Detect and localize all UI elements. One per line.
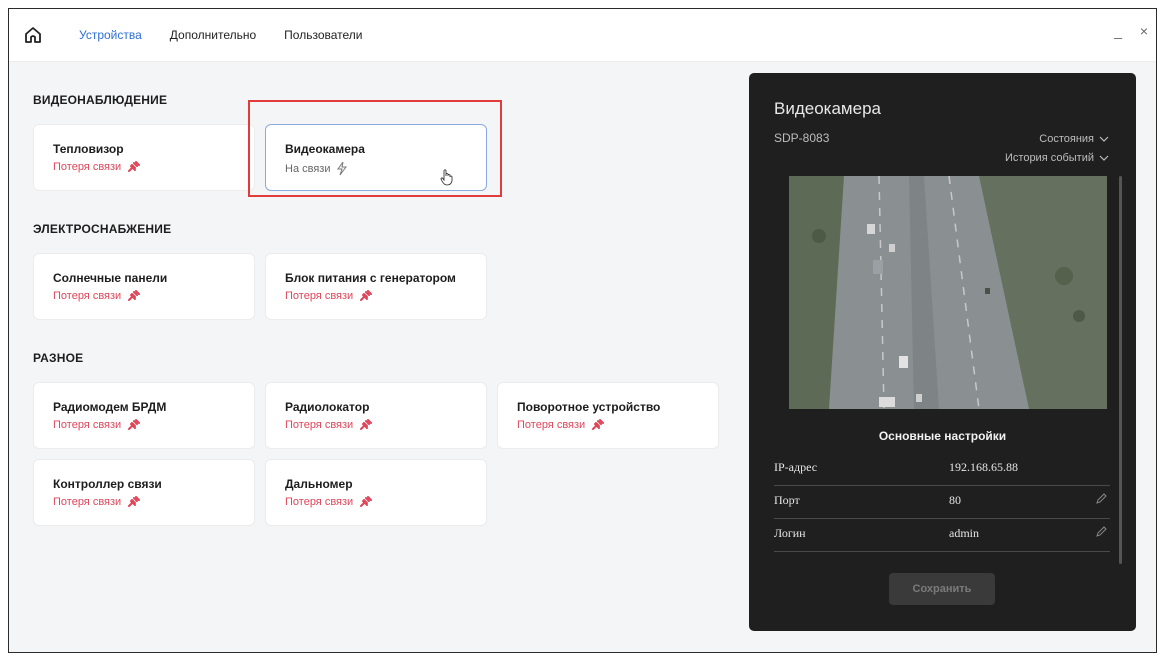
device-name: Тепловизор <box>53 142 124 156</box>
chevron-down-icon <box>1099 136 1109 142</box>
section-title-video: ВИДЕОНАБЛЮДЕНИЕ <box>33 93 168 107</box>
pencil-icon[interactable] <box>1095 525 1108 538</box>
device-name: Радиомодем БРДМ <box>53 400 167 414</box>
hand-cursor-icon <box>440 169 453 186</box>
device-status: Потеря связи <box>285 496 373 508</box>
tab-additional[interactable]: Дополнительно <box>170 28 256 42</box>
lightning-icon <box>337 161 348 176</box>
home-icon[interactable] <box>23 25 43 45</box>
setting-key: Порт <box>774 493 800 507</box>
device-card-solar[interactable]: Солнечные панели Потеря связи <box>33 253 255 320</box>
states-label: Состояния <box>1039 133 1094 145</box>
device-status-text: Потеря связи <box>517 419 586 431</box>
device-status: Потеря связи <box>53 161 141 173</box>
plug-disconnected-icon <box>592 419 605 430</box>
panel-model: SDP-8083 <box>774 131 830 145</box>
device-status: Потеря связи <box>517 419 605 431</box>
section-title-power: ЭЛЕКТРОСНАБЖЕНИЕ <box>33 222 172 236</box>
tab-users[interactable]: Пользователи <box>284 28 362 42</box>
pencil-icon[interactable] <box>1095 492 1108 505</box>
plug-disconnected-icon <box>128 496 141 507</box>
device-status-text: Потеря связи <box>285 290 354 302</box>
plug-disconnected-icon <box>128 419 141 430</box>
device-card-rangefinder[interactable]: Дальномер Потеря связи <box>265 459 487 526</box>
device-card-radiomodem[interactable]: Радиомодем БРДМ Потеря связи <box>33 382 255 449</box>
setting-row-ip: IP-адрес 192.168.65.88 <box>774 453 1110 486</box>
setting-row-port: Порт 80 <box>774 486 1110 519</box>
device-status-text: Потеря связи <box>53 419 122 431</box>
save-button[interactable]: Сохранить <box>889 573 995 605</box>
history-label: История событий <box>1005 152 1094 164</box>
device-status-text: Потеря связи <box>53 290 122 302</box>
plug-disconnected-icon <box>360 496 373 507</box>
video-frame-image <box>789 176 1107 409</box>
device-status: Потеря связи <box>53 496 141 508</box>
settings-title: Основные настройки <box>878 429 1007 443</box>
device-name: Блок питания с генератором <box>285 271 456 285</box>
app-window: Устройства Дополнительно Пользователи _ … <box>8 8 1157 653</box>
device-name: Видеокамера <box>285 142 365 156</box>
chevron-down-icon <box>1099 155 1109 161</box>
device-status: Потеря связи <box>53 419 141 431</box>
device-name: Солнечные панели <box>53 271 168 285</box>
plug-disconnected-icon <box>360 419 373 430</box>
device-card-rotator[interactable]: Поворотное устройство Потеря связи <box>497 382 719 449</box>
device-status: Потеря связи <box>53 290 141 302</box>
plug-disconnected-icon <box>128 161 141 172</box>
device-status: Потеря связи <box>285 419 373 431</box>
plug-disconnected-icon <box>360 290 373 301</box>
device-detail-panel: Видеокамера SDP-8083 Состояния История с… <box>749 73 1136 631</box>
device-card-comm-controller[interactable]: Контроллер связи Потеря связи <box>33 459 255 526</box>
device-status-text: Потеря связи <box>285 496 354 508</box>
device-card-thermal[interactable]: Тепловизор Потеря связи <box>33 124 255 191</box>
device-status: На связи <box>285 161 348 176</box>
setting-key: Логин <box>774 526 806 540</box>
device-status-text: На связи <box>285 162 331 175</box>
top-bar: Устройства Дополнительно Пользователи _ … <box>9 9 1156 62</box>
setting-value: 80 <box>949 493 961 507</box>
states-dropdown[interactable]: Состояния <box>1039 133 1109 145</box>
setting-value: admin <box>949 526 979 540</box>
setting-row-login: Логин admin <box>774 519 1110 552</box>
device-status-text: Потеря связи <box>53 161 122 173</box>
device-name: Контроллер связи <box>53 477 162 491</box>
device-name: Поворотное устройство <box>517 400 661 414</box>
panel-scrollbar[interactable] <box>1119 176 1122 564</box>
history-dropdown[interactable]: История событий <box>1005 152 1109 164</box>
panel-title: Видеокамера <box>774 99 881 118</box>
camera-video-feed[interactable] <box>789 176 1107 409</box>
setting-value: 192.168.65.88 <box>949 460 1018 474</box>
device-name: Дальномер <box>285 477 353 491</box>
device-name: Радиолокатор <box>285 400 370 414</box>
device-status: Потеря связи <box>285 290 373 302</box>
close-button[interactable]: × <box>1140 23 1148 39</box>
device-card-radar[interactable]: Радиолокатор Потеря связи <box>265 382 487 449</box>
main-nav: Устройства Дополнительно Пользователи <box>79 9 362 61</box>
plug-disconnected-icon <box>128 290 141 301</box>
device-status-text: Потеря связи <box>53 496 122 508</box>
device-card-generator[interactable]: Блок питания с генератором Потеря связи <box>265 253 487 320</box>
setting-key: IP-адрес <box>774 460 818 474</box>
tab-devices[interactable]: Устройства <box>79 28 142 42</box>
minimize-button[interactable]: _ <box>1114 23 1122 39</box>
device-status-text: Потеря связи <box>285 419 354 431</box>
section-title-misc: РАЗНОЕ <box>33 351 84 365</box>
